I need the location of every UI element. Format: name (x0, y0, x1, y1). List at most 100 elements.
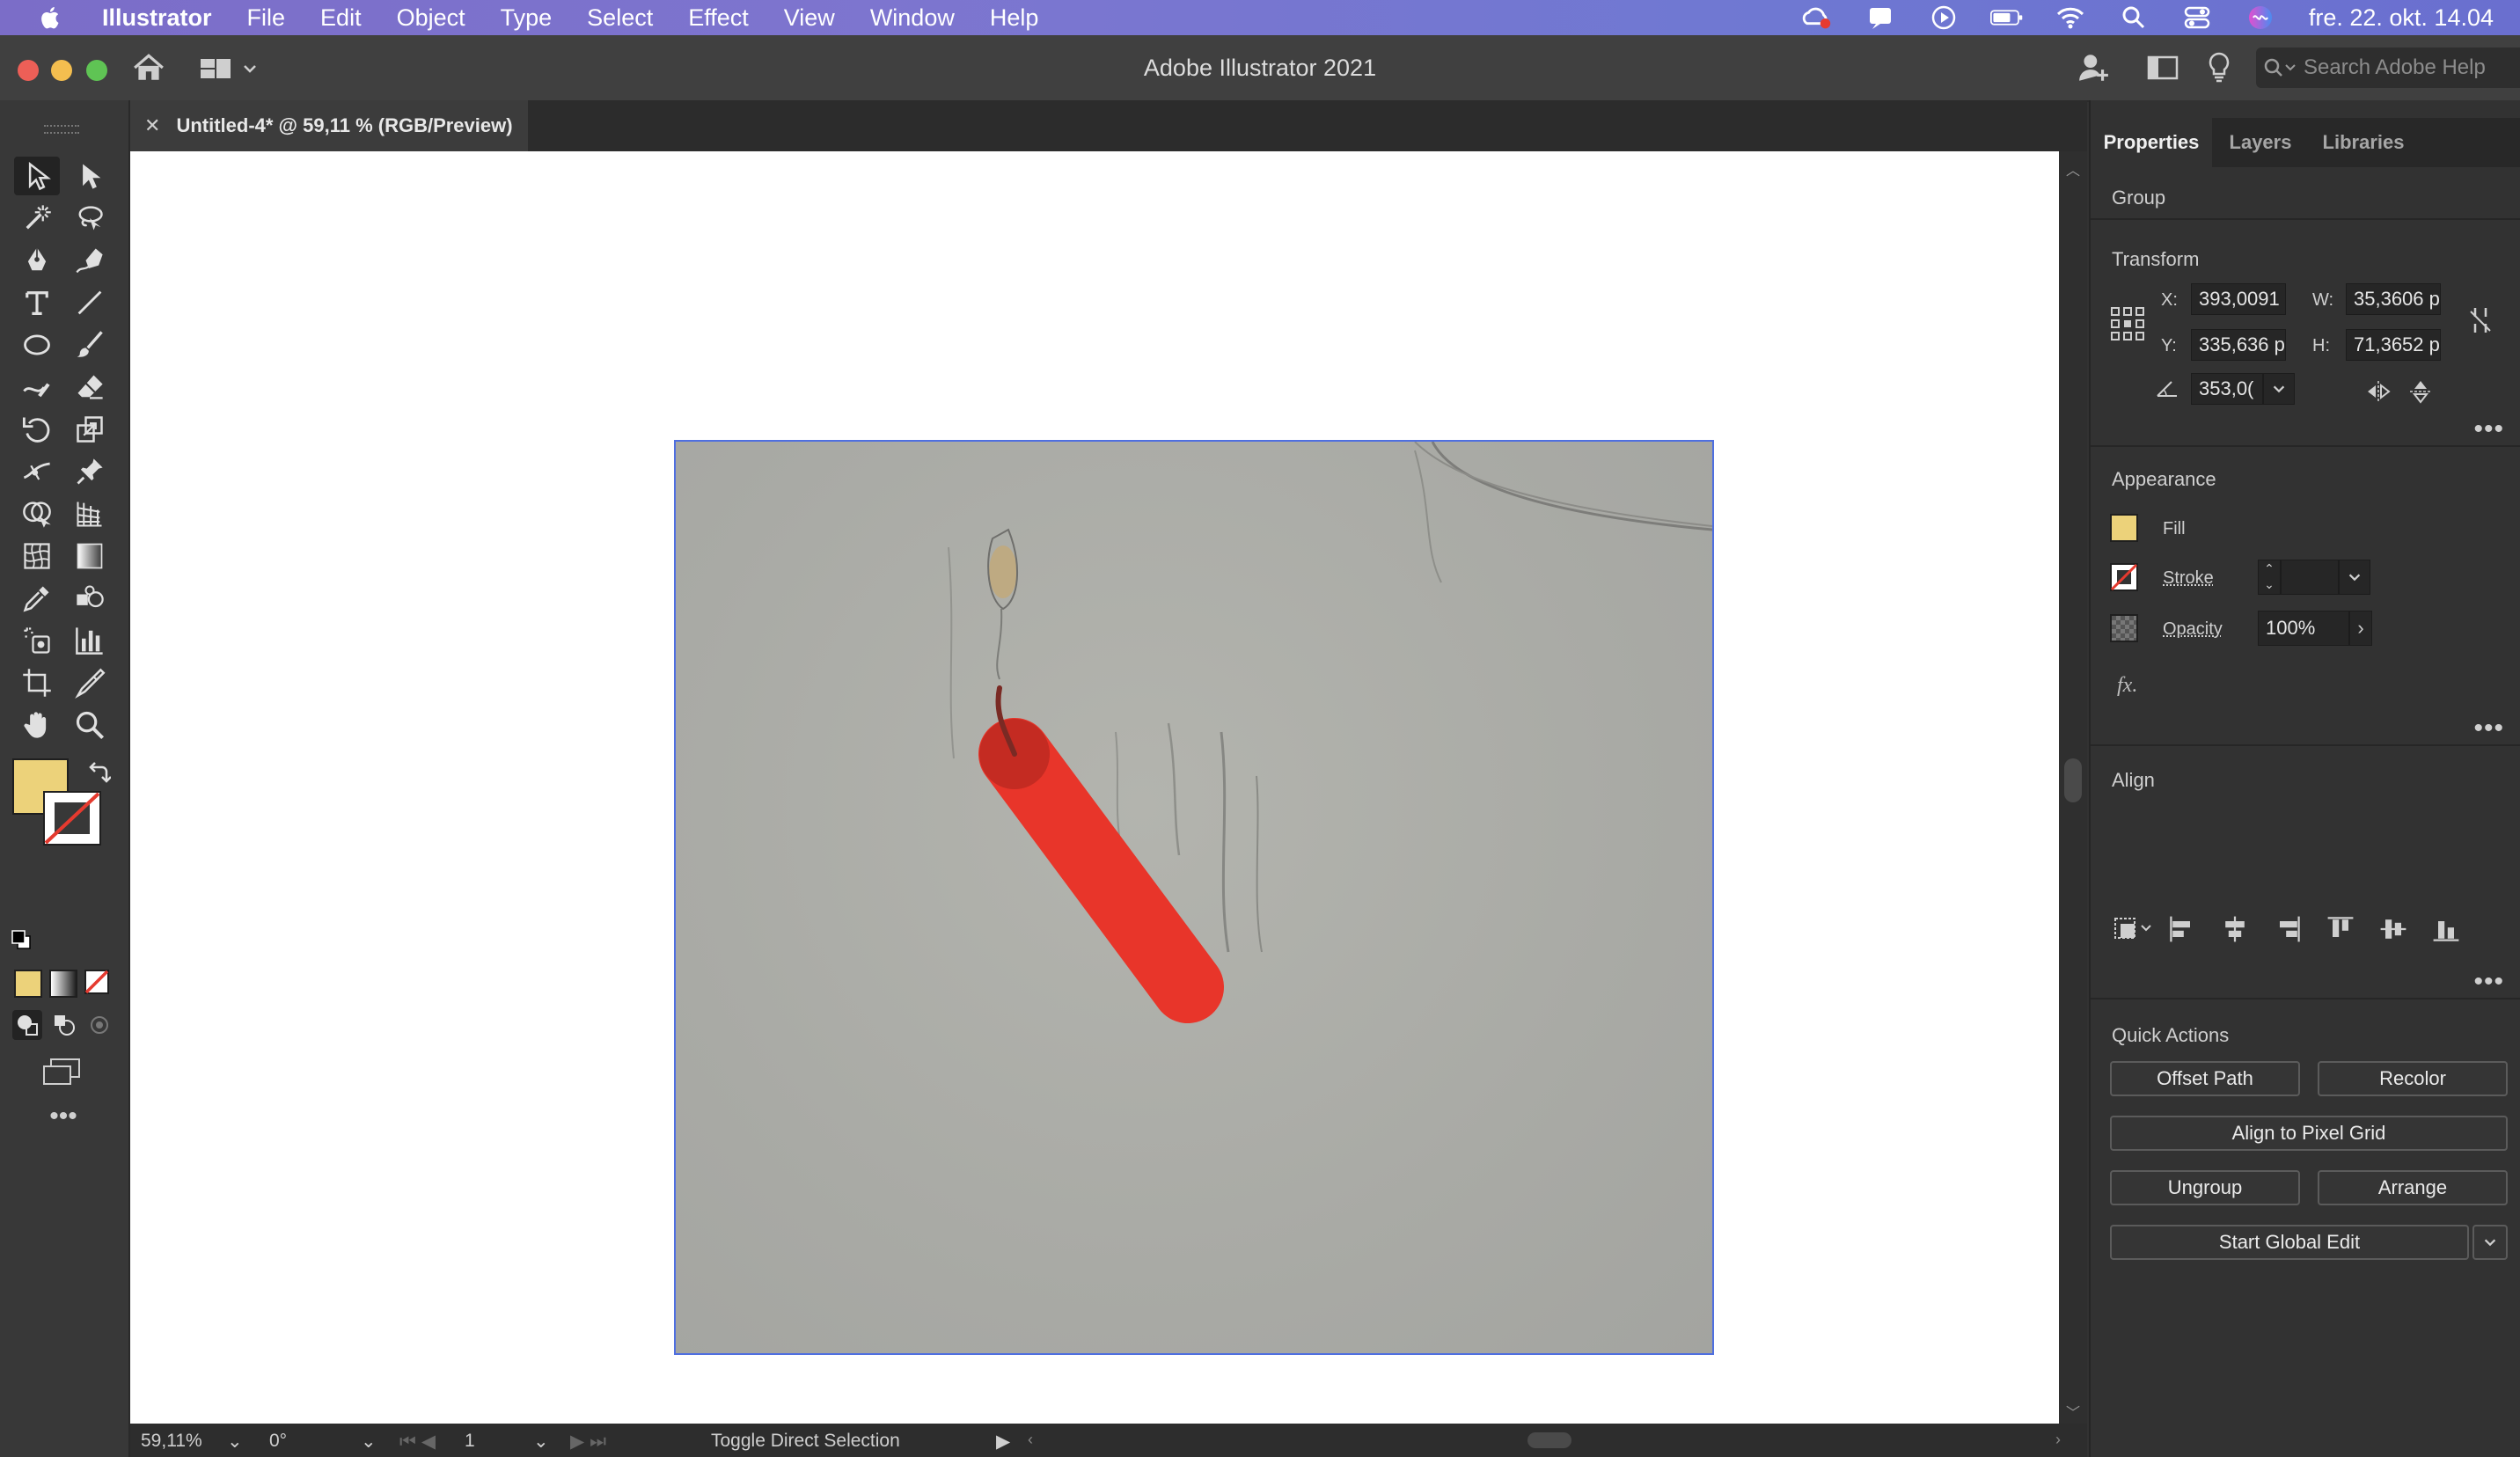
change-screen-mode-icon[interactable] (40, 1056, 84, 1087)
height-field[interactable]: 71,3652 p (2346, 329, 2441, 361)
flip-horizontal-icon[interactable] (2365, 378, 2392, 405)
rotation-angle-field[interactable]: 353,0( (2191, 373, 2263, 405)
arrange-button[interactable]: Arrange (2318, 1170, 2508, 1205)
stroke-weight-field[interactable] (2281, 560, 2339, 595)
align-to-selection-icon[interactable] (2112, 912, 2156, 947)
global-edit-options-button[interactable] (2472, 1225, 2508, 1260)
menu-help[interactable]: Help (990, 4, 1039, 32)
canvas-area[interactable] (130, 151, 2059, 1424)
flip-vertical-icon[interactable] (2407, 378, 2434, 405)
line-segment-tool-icon[interactable] (67, 283, 113, 322)
angle-dropdown-button[interactable] (2263, 373, 2295, 405)
align-bottom-icon[interactable] (2428, 912, 2464, 947)
y-position-field[interactable]: 335,636 p (2191, 329, 2286, 361)
scroll-down-icon[interactable]: ﹀ (2066, 1401, 2080, 1421)
horizontal-scroll-thumb[interactable] (1527, 1432, 1571, 1448)
artboard[interactable] (674, 440, 1714, 1355)
shaper-tool-icon[interactable] (14, 368, 60, 406)
apple-menu-icon[interactable] (35, 2, 67, 33)
symbol-sprayer-tool-icon[interactable] (14, 621, 60, 660)
siri-icon[interactable] (2244, 4, 2277, 31)
horizontal-scrollbar[interactable]: ‹ › (1028, 1431, 2075, 1450)
menu-bar-clock[interactable]: fre. 22. okt. 14.04 (2309, 4, 2494, 32)
opacity-expand-icon[interactable]: › (2349, 611, 2372, 646)
type-tool-icon[interactable] (14, 283, 60, 322)
notification-bell-icon[interactable] (1864, 4, 1897, 31)
effects-fx-button[interactable]: fx. (2117, 674, 2137, 698)
appearance-more-options-icon[interactable]: ••• (2473, 715, 2504, 742)
start-global-edit-button[interactable]: Start Global Edit (2110, 1225, 2469, 1260)
align-top-icon[interactable] (2323, 912, 2358, 947)
eyedropper-tool-icon[interactable] (14, 579, 60, 618)
hand-tool-icon[interactable] (14, 706, 60, 744)
align-horizontal-center-icon[interactable] (2217, 912, 2253, 947)
align-to-pixel-grid-button[interactable]: Align to Pixel Grid (2110, 1116, 2508, 1151)
status-text[interactable]: Toggle Direct Selection (711, 1429, 1028, 1453)
column-graph-tool-icon[interactable] (67, 621, 113, 660)
align-right-icon[interactable] (2270, 912, 2305, 947)
none-mode-button[interactable] (84, 970, 109, 994)
menu-object[interactable]: Object (397, 4, 465, 32)
tab-layers[interactable]: Layers (2212, 118, 2309, 167)
direct-selection-tool-icon[interactable] (67, 157, 113, 195)
recolor-button[interactable]: Recolor (2318, 1061, 2508, 1096)
scroll-right-icon[interactable]: › (2055, 1431, 2073, 1450)
opacity-field[interactable]: 100% (2258, 611, 2349, 646)
slice-tool-icon[interactable] (67, 663, 113, 702)
menu-select[interactable]: Select (587, 4, 653, 32)
align-more-options-icon[interactable]: ••• (2473, 969, 2504, 995)
paintbrush-tool-icon[interactable] (67, 326, 113, 364)
draw-inside-icon[interactable] (84, 1010, 114, 1040)
rotation-dropdown-icon[interactable]: ⌄ (361, 1429, 387, 1453)
stroke-label[interactable]: Stroke (2163, 568, 2214, 589)
toolbar-grip[interactable] (44, 125, 79, 134)
zoom-dropdown-icon[interactable]: ⌄ (227, 1429, 253, 1453)
creative-cloud-icon[interactable] (1800, 4, 1834, 31)
align-left-icon[interactable] (2165, 912, 2200, 947)
gradient-mode-button[interactable] (49, 970, 77, 998)
zoom-tool-icon[interactable] (67, 706, 113, 744)
menu-app-name[interactable]: Illustrator (102, 4, 212, 32)
scale-tool-icon[interactable] (67, 410, 113, 449)
vertical-scrollbar[interactable]: ︿ ﹀ (2059, 151, 2087, 1424)
fill-swatch[interactable] (2110, 514, 2138, 542)
dynamite-stick[interactable] (978, 718, 1224, 1023)
tab-libraries[interactable]: Libraries (2309, 118, 2418, 167)
pen-tool-icon[interactable] (14, 241, 60, 280)
arrange-documents-icon[interactable] (2147, 55, 2182, 84)
blend-tool-icon[interactable] (67, 579, 113, 618)
mesh-tool-icon[interactable] (14, 537, 60, 575)
close-tab-icon[interactable]: ✕ (144, 114, 160, 137)
gradient-tool-icon[interactable] (67, 537, 113, 575)
artboard-number-field[interactable]: 1 (465, 1429, 517, 1453)
draw-normal-icon[interactable] (12, 1010, 42, 1040)
menu-window[interactable]: Window (870, 4, 955, 32)
share-user-icon[interactable] (2077, 51, 2112, 86)
color-mode-button[interactable] (14, 970, 42, 998)
default-fill-stroke-icon[interactable] (11, 929, 32, 950)
perspective-grid-tool-icon[interactable] (67, 494, 113, 533)
offset-path-button[interactable]: Offset Path (2110, 1061, 2300, 1096)
stroke-swatch[interactable] (2110, 563, 2138, 591)
draw-behind-icon[interactable] (49, 1010, 79, 1040)
opacity-label[interactable]: Opacity (2163, 619, 2223, 640)
stroke-weight-dropdown[interactable] (2339, 560, 2370, 595)
scroll-left-icon[interactable]: ‹ (1028, 1431, 1045, 1450)
puppet-warp-tool-icon[interactable] (67, 452, 113, 491)
menu-effect[interactable]: Effect (688, 4, 749, 32)
spotlight-search-icon[interactable] (2117, 4, 2150, 31)
menu-edit[interactable]: Edit (320, 4, 362, 32)
status-menu-arrow-icon[interactable]: ▶ (996, 1429, 1014, 1453)
control-center-icon[interactable] (2180, 4, 2214, 31)
shape-builder-tool-icon[interactable] (14, 494, 60, 533)
ungroup-button[interactable]: Ungroup (2110, 1170, 2300, 1205)
swap-fill-stroke-icon[interactable] (86, 762, 112, 787)
edit-toolbar-more-icon[interactable]: ••• (46, 1103, 81, 1130)
scroll-up-icon[interactable]: ︿ (2066, 158, 2080, 179)
document-tab[interactable]: ✕ Untitled-4* @ 59,11 % (RGB/Preview) (130, 100, 528, 151)
width-tool-icon[interactable] (14, 452, 60, 491)
stroke-color-swatch[interactable] (42, 790, 102, 846)
constrain-proportions-icon[interactable] (2467, 304, 2494, 336)
rotation-field[interactable]: 0° (269, 1429, 366, 1453)
artboard-tool-icon[interactable] (14, 663, 60, 702)
